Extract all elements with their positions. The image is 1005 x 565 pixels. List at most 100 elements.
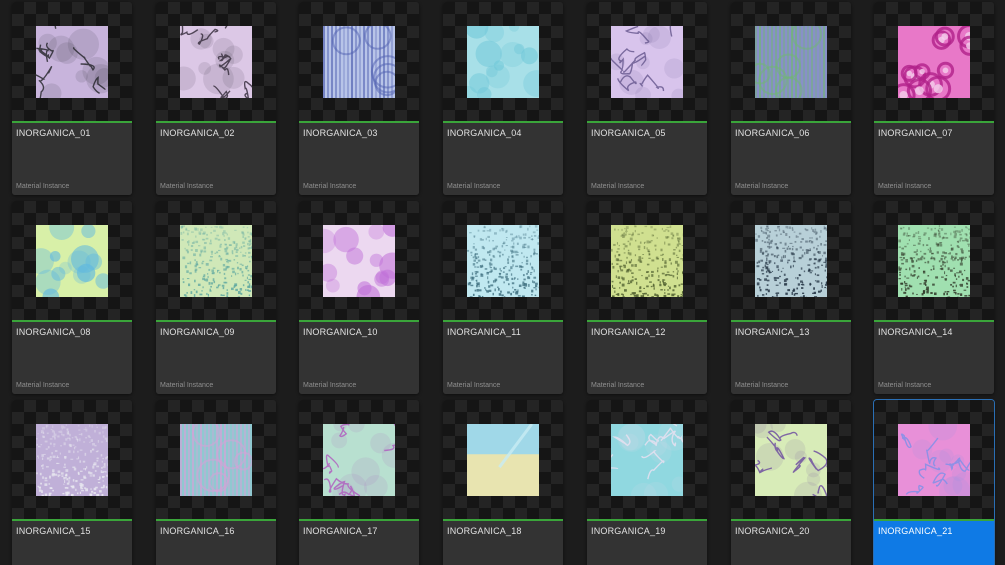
asset-thumbnail[interactable]	[156, 2, 276, 121]
asset-name: INORGANICA_09	[160, 327, 235, 337]
asset-info-panel: INORGANICA_21 Material Instance	[874, 521, 994, 565]
asset-tile[interactable]: INORGANICA_01 Material Instance	[12, 2, 132, 195]
asset-tile[interactable]: INORGANICA_11 Material Instance	[443, 201, 563, 394]
asset-info-panel: INORGANICA_10 Material Instance	[299, 322, 419, 394]
asset-tile[interactable]: INORGANICA_12 Material Instance	[587, 201, 707, 394]
asset-thumbnail[interactable]	[12, 201, 132, 320]
asset-name: INORGANICA_21	[878, 526, 953, 536]
asset-tile[interactable]: INORGANICA_18 Material Instance	[443, 400, 563, 565]
asset-name: INORGANICA_07	[878, 128, 953, 138]
asset-info-panel: INORGANICA_12 Material Instance	[587, 322, 707, 394]
asset-info-panel: INORGANICA_06 Material Instance	[731, 123, 851, 195]
asset-tile[interactable]: INORGANICA_19 Material Instance	[587, 400, 707, 565]
material-preview	[898, 26, 970, 98]
asset-thumbnail[interactable]	[156, 201, 276, 320]
asset-name: INORGANICA_06	[735, 128, 810, 138]
asset-info-panel: INORGANICA_09 Material Instance	[156, 322, 276, 394]
asset-type-label: Material Instance	[447, 382, 501, 389]
asset-type-label: Material Instance	[878, 382, 932, 389]
asset-type-label: Material Instance	[591, 382, 645, 389]
asset-info-panel: INORGANICA_01 Material Instance	[12, 123, 132, 195]
material-preview	[180, 26, 252, 98]
asset-thumbnail[interactable]	[731, 201, 851, 320]
asset-tile[interactable]: INORGANICA_10 Material Instance	[299, 201, 419, 394]
material-preview	[467, 424, 539, 496]
asset-type-label: Material Instance	[878, 183, 932, 190]
asset-info-panel: INORGANICA_20 Material Instance	[731, 521, 851, 565]
asset-thumbnail[interactable]	[587, 400, 707, 519]
asset-name: INORGANICA_19	[591, 526, 666, 536]
asset-name: INORGANICA_11	[447, 327, 521, 337]
asset-thumbnail[interactable]	[299, 400, 419, 519]
asset-thumbnail[interactable]	[731, 2, 851, 121]
asset-name: INORGANICA_15	[16, 526, 91, 536]
material-preview	[36, 424, 108, 496]
asset-tile[interactable]: INORGANICA_14 Material Instance	[874, 201, 994, 394]
asset-info-panel: INORGANICA_03 Material Instance	[299, 123, 419, 195]
asset-tile[interactable]: INORGANICA_03 Material Instance	[299, 2, 419, 195]
asset-name: INORGANICA_10	[303, 327, 378, 337]
asset-name: INORGANICA_16	[160, 526, 235, 536]
asset-tile[interactable]: INORGANICA_08 Material Instance	[12, 201, 132, 394]
asset-thumbnail[interactable]	[587, 2, 707, 121]
asset-info-panel: INORGANICA_19 Material Instance	[587, 521, 707, 565]
asset-tile[interactable]: INORGANICA_15 Material Instance	[12, 400, 132, 565]
asset-type-label: Material Instance	[303, 183, 357, 190]
material-preview	[898, 424, 970, 496]
asset-info-panel: INORGANICA_07 Material Instance	[874, 123, 994, 195]
asset-thumbnail[interactable]	[443, 400, 563, 519]
asset-thumbnail[interactable]	[299, 201, 419, 320]
asset-tile[interactable]: INORGANICA_05 Material Instance	[587, 2, 707, 195]
asset-thumbnail[interactable]	[12, 2, 132, 121]
asset-name: INORGANICA_12	[591, 327, 666, 337]
asset-name: INORGANICA_13	[735, 327, 810, 337]
asset-tile[interactable]: INORGANICA_09 Material Instance	[156, 201, 276, 394]
material-preview	[898, 225, 970, 297]
asset-info-panel: INORGANICA_05 Material Instance	[587, 123, 707, 195]
asset-thumbnail[interactable]	[874, 2, 994, 121]
asset-thumbnail[interactable]	[731, 400, 851, 519]
asset-tile[interactable]: INORGANICA_04 Material Instance	[443, 2, 563, 195]
asset-type-label: Material Instance	[16, 382, 70, 389]
asset-info-panel: INORGANICA_17 Material Instance	[299, 521, 419, 565]
asset-thumbnail[interactable]	[443, 201, 563, 320]
asset-name: INORGANICA_01	[16, 128, 91, 138]
asset-tile[interactable]: INORGANICA_02 Material Instance	[156, 2, 276, 195]
material-preview	[323, 424, 395, 496]
asset-name: INORGANICA_04	[447, 128, 522, 138]
asset-name: INORGANICA_20	[735, 526, 810, 536]
asset-thumbnail[interactable]	[443, 2, 563, 121]
asset-thumbnail[interactable]	[156, 400, 276, 519]
material-preview	[180, 424, 252, 496]
asset-type-label: Material Instance	[160, 183, 214, 190]
asset-info-panel: INORGANICA_15 Material Instance	[12, 521, 132, 565]
asset-name: INORGANICA_14	[878, 327, 953, 337]
asset-info-panel: INORGANICA_18 Material Instance	[443, 521, 563, 565]
asset-name: INORGANICA_02	[160, 128, 235, 138]
asset-info-panel: INORGANICA_04 Material Instance	[443, 123, 563, 195]
asset-tile[interactable]: INORGANICA_21 Material Instance	[874, 400, 994, 565]
asset-tile[interactable]: INORGANICA_06 Material Instance	[731, 2, 851, 195]
asset-thumbnail[interactable]	[12, 400, 132, 519]
asset-type-label: Material Instance	[735, 183, 789, 190]
asset-name: INORGANICA_17	[303, 526, 378, 536]
asset-tile[interactable]: INORGANICA_13 Material Instance	[731, 201, 851, 394]
asset-info-panel: INORGANICA_02 Material Instance	[156, 123, 276, 195]
asset-info-panel: INORGANICA_11 Material Instance	[443, 322, 563, 394]
material-preview	[755, 225, 827, 297]
asset-thumbnail[interactable]	[299, 2, 419, 121]
material-preview	[36, 26, 108, 98]
asset-name: INORGANICA_08	[16, 327, 91, 337]
asset-type-label: Material Instance	[16, 183, 70, 190]
asset-thumbnail[interactable]	[587, 201, 707, 320]
asset-tile[interactable]: INORGANICA_16 Material Instance	[156, 400, 276, 565]
asset-tile[interactable]: INORGANICA_17 Material Instance	[299, 400, 419, 565]
asset-thumbnail[interactable]	[874, 400, 994, 519]
material-preview	[467, 26, 539, 98]
asset-thumbnail[interactable]	[874, 201, 994, 320]
asset-grid: INORGANICA_01 Material Instance INORGANI…	[0, 0, 1005, 565]
material-preview	[611, 26, 683, 98]
asset-tile[interactable]: INORGANICA_20 Material Instance	[731, 400, 851, 565]
material-preview	[611, 424, 683, 496]
asset-tile[interactable]: INORGANICA_07 Material Instance	[874, 2, 994, 195]
